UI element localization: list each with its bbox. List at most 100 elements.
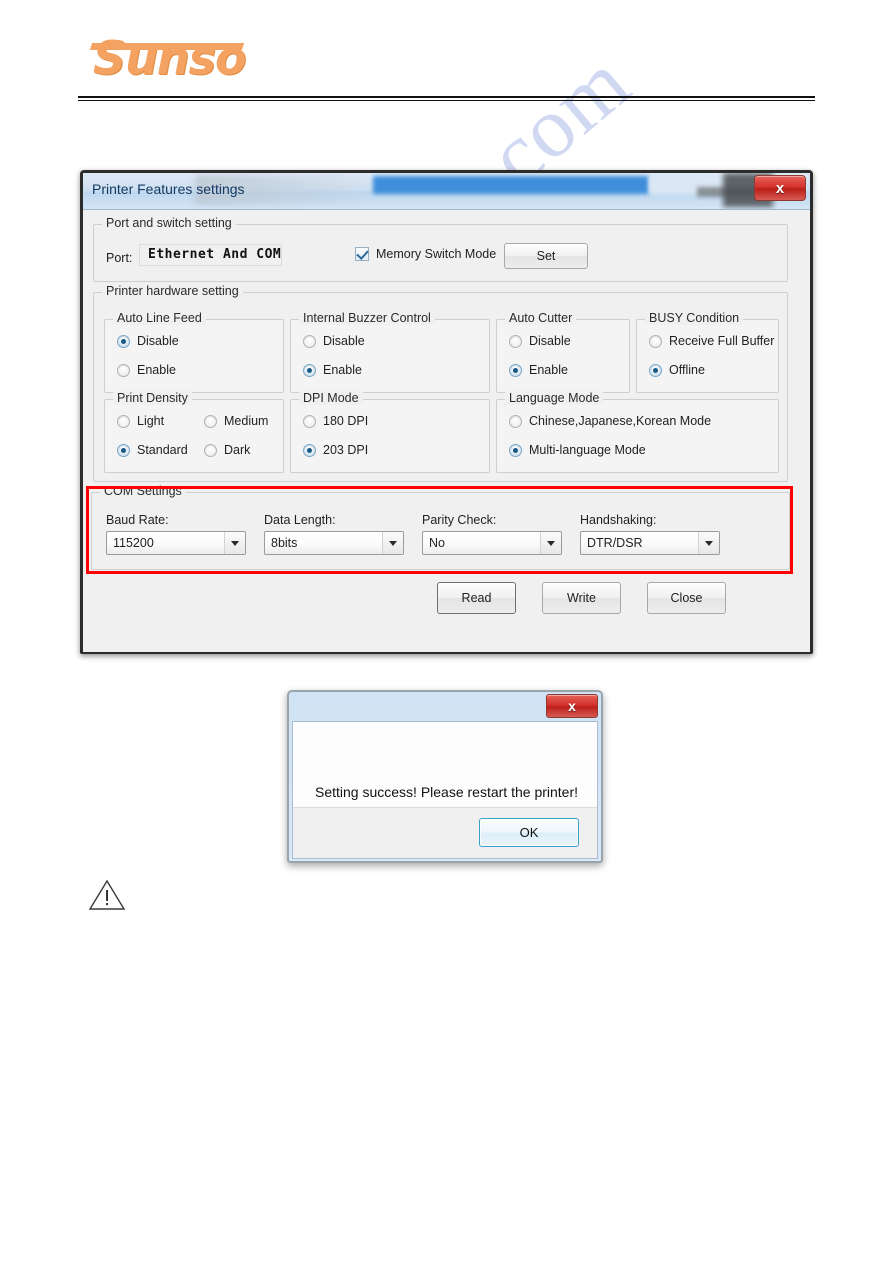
close-button[interactable]: Close bbox=[647, 582, 726, 614]
data-length-value: 8bits bbox=[271, 536, 298, 550]
radio-label: Offline bbox=[669, 363, 705, 377]
port-and-switch-group: Port and switch setting Port: Ethernet A… bbox=[93, 216, 788, 282]
radio-label: 203 DPI bbox=[323, 443, 369, 457]
data-length-select[interactable]: 8bits bbox=[264, 531, 404, 555]
chevron-down-icon bbox=[698, 532, 719, 554]
radio-label: Disable bbox=[529, 334, 571, 348]
radio-label: Dark bbox=[224, 443, 251, 457]
checkmark-icon bbox=[355, 247, 369, 261]
brand-logo-text: Sunso bbox=[93, 31, 247, 85]
radio-label: Multi-language Mode bbox=[529, 443, 646, 457]
busy-condition-group: BUSY Condition Receive Full Buffer Offli… bbox=[636, 311, 779, 393]
radio-density-standard[interactable]: Standard bbox=[117, 443, 188, 457]
radio-busy-receive-full-buffer[interactable]: Receive Full Buffer bbox=[649, 334, 774, 348]
radio-auto-line-feed-disable[interactable]: Disable bbox=[117, 334, 179, 348]
radio-auto-cutter-disable[interactable]: Disable bbox=[509, 334, 571, 348]
auto-cutter-legend: Auto Cutter bbox=[505, 311, 577, 325]
radio-label: 180 DPI bbox=[323, 414, 369, 428]
close-icon: x bbox=[775, 179, 785, 197]
radio-icon bbox=[649, 363, 662, 377]
baud-rate-label: Baud Rate: bbox=[106, 513, 169, 527]
close-icon: x bbox=[568, 698, 576, 714]
language-mode-legend: Language Mode bbox=[505, 391, 604, 405]
radio-buzzer-enable[interactable]: Enable bbox=[303, 363, 362, 377]
internal-buzzer-legend: Internal Buzzer Control bbox=[299, 311, 435, 325]
handshaking-field: Handshaking: DTR/DSR bbox=[580, 513, 720, 555]
radio-icon bbox=[303, 334, 316, 348]
radio-label: Enable bbox=[529, 363, 568, 377]
message-dialog-close-button[interactable]: x bbox=[546, 694, 598, 718]
radio-density-light[interactable]: Light bbox=[117, 414, 164, 428]
radio-label: Receive Full Buffer bbox=[669, 334, 775, 348]
radio-icon bbox=[303, 363, 316, 377]
radio-busy-offline[interactable]: Offline bbox=[649, 363, 705, 377]
brand-logo: Sunso bbox=[89, 28, 253, 90]
read-button[interactable]: Read bbox=[437, 582, 516, 614]
radio-icon bbox=[117, 443, 130, 457]
radio-dpi-180[interactable]: 180 DPI bbox=[303, 414, 368, 428]
message-dialog-titlebar: x bbox=[292, 694, 598, 721]
radio-dpi-203[interactable]: 203 DPI bbox=[303, 443, 368, 457]
printer-features-window: Printer Features settings x Port and swi… bbox=[80, 170, 813, 654]
radio-icon bbox=[204, 414, 217, 428]
radio-buzzer-disable[interactable]: Disable bbox=[303, 334, 365, 348]
radio-icon bbox=[649, 334, 662, 348]
print-density-group: Print Density Light Medium Standard Dark bbox=[104, 391, 284, 473]
set-button[interactable]: Set bbox=[504, 243, 588, 269]
radio-auto-cutter-enable[interactable]: Enable bbox=[509, 363, 568, 377]
parity-check-field: Parity Check: No bbox=[422, 513, 562, 555]
radio-icon bbox=[117, 414, 130, 428]
radio-auto-line-feed-enable[interactable]: Enable bbox=[117, 363, 176, 377]
radio-density-medium[interactable]: Medium bbox=[204, 414, 268, 428]
window-close-button[interactable]: x bbox=[754, 175, 806, 201]
radio-icon bbox=[117, 363, 130, 377]
parity-check-label: Parity Check: bbox=[422, 513, 497, 527]
radio-icon bbox=[303, 443, 316, 457]
logo-stroke bbox=[89, 43, 245, 50]
radio-icon bbox=[509, 443, 522, 457]
chevron-down-icon bbox=[540, 532, 561, 554]
page-header: Sunso bbox=[78, 28, 815, 101]
port-group-legend: Port and switch setting bbox=[102, 216, 236, 230]
write-button[interactable]: Write bbox=[542, 582, 621, 614]
handshaking-label: Handshaking: bbox=[580, 513, 657, 527]
radio-label: Chinese,Japanese,Korean Mode bbox=[529, 414, 712, 428]
window-title: Printer Features settings bbox=[92, 181, 245, 197]
radio-label: Disable bbox=[137, 334, 179, 348]
message-dialog-body: Setting success! Please restart the prin… bbox=[292, 721, 598, 859]
busy-condition-legend: BUSY Condition bbox=[645, 311, 744, 325]
language-mode-group: Language Mode Chinese,Japanese,Korean Mo… bbox=[496, 391, 779, 473]
radio-label: Light bbox=[137, 414, 165, 428]
handshaking-value: DTR/DSR bbox=[587, 536, 643, 550]
port-value-field[interactable]: Ethernet And COM bbox=[139, 244, 282, 266]
ok-button[interactable]: OK bbox=[479, 818, 579, 847]
data-length-label: Data Length: bbox=[264, 513, 336, 527]
radio-language-multi[interactable]: Multi-language Mode bbox=[509, 443, 646, 457]
radio-label: Enable bbox=[323, 363, 362, 377]
baud-rate-select[interactable]: 115200 bbox=[106, 531, 246, 555]
parity-check-select[interactable]: No bbox=[422, 531, 562, 555]
parity-check-value: No bbox=[429, 536, 445, 550]
baud-rate-field: Baud Rate: 115200 bbox=[106, 513, 246, 555]
auto-line-feed-legend: Auto Line Feed bbox=[113, 311, 206, 325]
header-divider bbox=[78, 96, 815, 101]
radio-icon bbox=[509, 334, 522, 348]
chevron-down-icon bbox=[224, 532, 245, 554]
radio-icon bbox=[117, 334, 130, 348]
handshaking-select[interactable]: DTR/DSR bbox=[580, 531, 720, 555]
window-titlebar: Printer Features settings x bbox=[83, 173, 810, 210]
message-dialog-text: Setting success! Please restart the prin… bbox=[315, 784, 579, 800]
radio-language-cjk[interactable]: Chinese,Japanese,Korean Mode bbox=[509, 414, 711, 428]
radio-icon bbox=[204, 443, 217, 457]
radio-density-dark[interactable]: Dark bbox=[204, 443, 250, 457]
titlebar-artifact-b bbox=[373, 176, 649, 194]
internal-buzzer-control-group: Internal Buzzer Control Disable Enable bbox=[290, 311, 490, 393]
window-body: Port and switch setting Port: Ethernet A… bbox=[83, 210, 810, 652]
radio-label: Medium bbox=[224, 414, 269, 428]
hardware-group-legend: Printer hardware setting bbox=[102, 284, 243, 298]
auto-cutter-group: Auto Cutter Disable Enable bbox=[496, 311, 630, 393]
radio-icon bbox=[509, 363, 522, 377]
message-dialog-footer: OK bbox=[293, 807, 597, 858]
radio-label: Disable bbox=[323, 334, 365, 348]
memory-switch-mode-checkbox[interactable]: Memory Switch Mode bbox=[355, 247, 496, 261]
